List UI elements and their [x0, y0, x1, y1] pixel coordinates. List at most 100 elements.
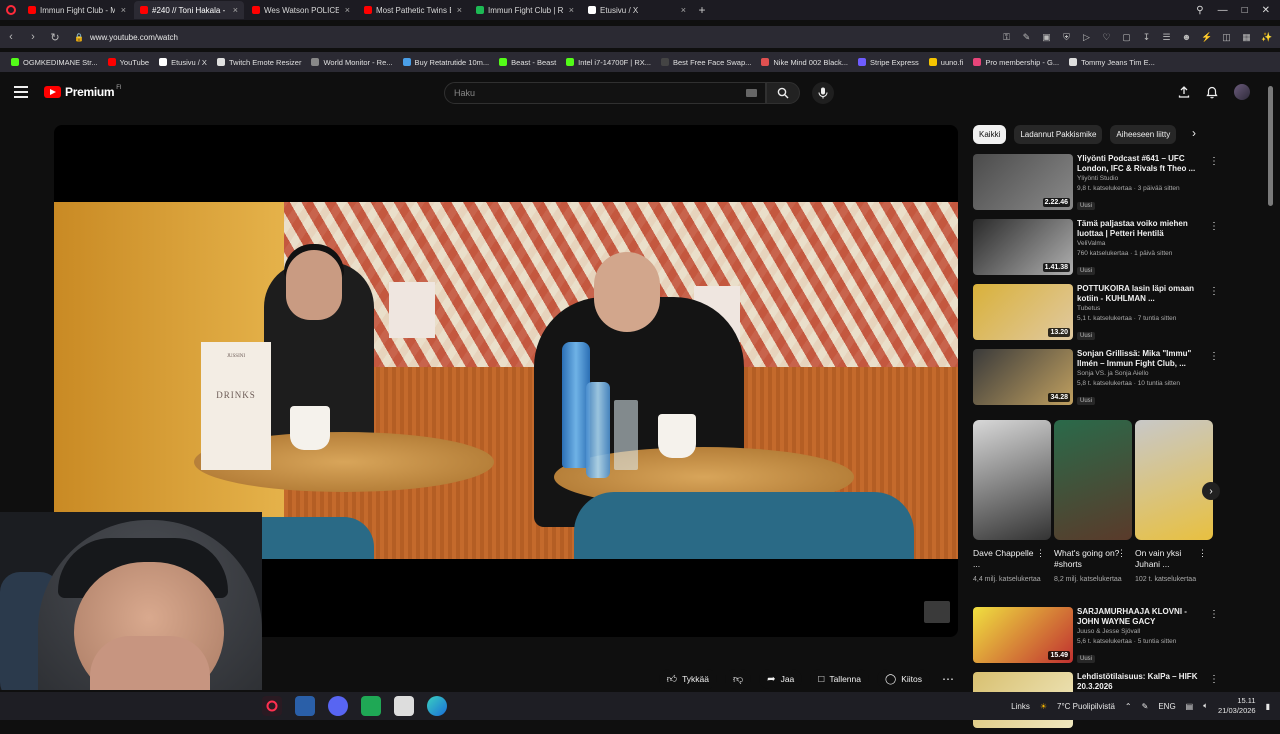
new-tab-button[interactable]: + — [692, 3, 712, 17]
like-button[interactable]: 👍︎ Tykkää — [658, 669, 718, 689]
language-label[interactable]: ENG — [1158, 702, 1175, 711]
youtube-premium-logo[interactable]: Premium FI — [44, 85, 122, 99]
green-app-icon[interactable] — [361, 696, 381, 716]
clock[interactable]: 15.11 21/03/2026 — [1218, 696, 1256, 716]
back-icon[interactable]: ‹ — [0, 31, 22, 43]
short-title[interactable]: On vain yksi Juhani ... — [1135, 548, 1201, 570]
close-window-icon[interactable]: ✕ — [1262, 5, 1270, 16]
tab-close-icon[interactable]: × — [457, 5, 462, 15]
filter-chip[interactable]: Aiheeseen liitty — [1110, 124, 1177, 144]
video-title[interactable]: Tämä paljastaa voiko miehen luottaa | Pe… — [1077, 219, 1205, 239]
bookmark-item[interactable]: OGMKEDIMANE Str... — [6, 58, 103, 67]
browser-tab[interactable]: #240 // Toni Hakala - × — [134, 1, 244, 19]
channel-name[interactable]: Juuso & Jesse Sjövall — [1077, 627, 1205, 637]
browser-tab[interactable]: Immun Fight Club | Ruutu × — [470, 1, 580, 19]
video-title[interactable]: Yliyönti Podcast #641 – UFC London, IFC … — [1077, 154, 1205, 174]
kebab-menu-icon[interactable]: ⋮ — [1209, 351, 1219, 362]
bookmark-item[interactable]: World Monitor - Re... — [306, 58, 397, 67]
discord-icon[interactable] — [328, 696, 348, 716]
page-scrollbar[interactable] — [1268, 82, 1274, 690]
notifications-icon[interactable]: ▮ — [1266, 702, 1270, 711]
channel-name[interactable]: VeliValma — [1077, 239, 1205, 249]
kebab-menu-icon[interactable]: ⋮ — [1198, 548, 1207, 559]
keyboard-icon[interactable] — [746, 89, 757, 97]
video-title[interactable]: POTTUKOIRA lasin läpi omaan kotiin - KUH… — [1077, 284, 1205, 304]
short-title[interactable]: What's going on? #shorts — [1054, 548, 1120, 570]
chevron-right-icon[interactable]: › — [1192, 126, 1196, 140]
short-thumbnail[interactable] — [1135, 420, 1213, 540]
kebab-menu-icon[interactable]: ⋮ — [1209, 674, 1219, 685]
recommended-video[interactable]: 34.28 Sonjan Grillissä: Mika "Immu" Ilmén… — [973, 349, 1219, 411]
video-thumbnail[interactable]: 15.49 — [973, 607, 1073, 663]
edit-icon[interactable]: ✎ — [1021, 32, 1032, 43]
recommended-video[interactable]: 2.22.46 Yliyönti Podcast #641 – UFC Londo… — [973, 154, 1219, 216]
short-thumbnail[interactable] — [973, 420, 1051, 540]
white-app-icon[interactable] — [394, 696, 414, 716]
forward-icon[interactable]: › — [22, 31, 44, 43]
video-thumbnail[interactable]: 1.41.38 — [973, 219, 1073, 275]
maximize-icon[interactable]: □ — [1242, 5, 1248, 16]
thanks-button[interactable]: ◯ Kiitos — [877, 669, 930, 689]
tab-close-icon[interactable]: × — [569, 5, 574, 15]
upload-icon[interactable] — [1178, 86, 1190, 98]
search-button[interactable] — [766, 82, 800, 104]
bookmark-item[interactable]: Pro membership - G... — [968, 58, 1064, 67]
heart-icon[interactable]: ♡ — [1101, 32, 1112, 43]
search-tabs-icon[interactable]: ⚲ — [1196, 5, 1203, 16]
voice-search-button[interactable] — [812, 82, 834, 104]
kebab-menu-icon[interactable]: ⋮ — [1036, 548, 1045, 559]
edge-icon[interactable] — [427, 696, 447, 716]
bookmark-item[interactable]: Tommy Jeans Tim E... — [1064, 58, 1160, 67]
video-title[interactable]: Sonjan Grillissä: Mika "Immu" Ilmén – Im… — [1077, 349, 1205, 369]
weather-text[interactable]: 7°C Puolipilvistä — [1057, 702, 1115, 711]
channel-watermark[interactable] — [924, 601, 950, 623]
browser-tab[interactable]: Most Pathetic Twins Ever × — [358, 1, 468, 19]
bookmark-item[interactable]: Stripe Express — [853, 58, 924, 67]
more-actions-icon[interactable]: ⋯ — [938, 669, 958, 689]
account-avatar[interactable] — [1234, 84, 1250, 100]
notifications-bell-icon[interactable] — [1206, 86, 1218, 99]
browser-logo-icon[interactable] — [0, 0, 22, 20]
recommended-video[interactable]: 1.41.38 Tämä paljastaa voiko miehen luott… — [973, 219, 1219, 281]
channel-name[interactable]: Tubetus — [1077, 304, 1205, 314]
hamburger-menu-icon[interactable] — [14, 86, 28, 98]
tab-close-icon[interactable]: × — [233, 5, 238, 15]
tab-close-icon[interactable]: × — [121, 5, 126, 15]
tab-close-icon[interactable]: × — [681, 5, 686, 15]
pen-icon[interactable]: ✎ — [1142, 702, 1149, 711]
kebab-menu-icon[interactable]: ⋮ — [1209, 156, 1219, 167]
video-title[interactable]: Lehdistötilaisuus: KalPa – HIFK 20.3.202… — [1077, 672, 1205, 692]
short-item[interactable]: Dave Chappelle ... 4,4 milj. katselukerta… — [973, 420, 1051, 585]
channel-name[interactable]: Yliyönti Studio — [1077, 174, 1205, 184]
bookmark-item[interactable]: Intel i7-14700F | RX... — [561, 58, 656, 67]
bookmark-item[interactable]: uuno.fi — [924, 58, 969, 67]
browser-tab[interactable]: Immun Fight Club - Mag × — [22, 1, 132, 19]
menu-icon[interactable]: ☰ — [1161, 32, 1172, 43]
kebab-menu-icon[interactable]: ⋮ — [1209, 609, 1219, 620]
filter-chip[interactable]: Ladannut Pakkismike — [1014, 124, 1103, 144]
sidebar-panel-icon[interactable]: ▦ — [1241, 32, 1252, 43]
short-item[interactable]: On vain yksi Juhani ... 102 t. katseluker… — [1135, 420, 1213, 585]
paint-icon[interactable] — [295, 696, 315, 716]
browser-tab[interactable]: Wes Watson POLICE REPO × — [246, 1, 356, 19]
kebab-menu-icon[interactable]: ⋮ — [1209, 286, 1219, 297]
bookmark-item[interactable]: Etusivu / X — [154, 58, 212, 67]
cube-icon[interactable]: ◫ — [1221, 32, 1232, 43]
dislike-button[interactable]: 👎︎ — [725, 669, 752, 689]
video-title[interactable]: SARJAMURHAAJA KLOVNI - JOHN WAYNE GACY — [1077, 607, 1205, 627]
shield-icon[interactable]: ⛨ — [1061, 32, 1072, 43]
key-icon[interactable]: ⚿ — [1001, 32, 1012, 43]
kebab-menu-icon[interactable]: ⋮ — [1117, 548, 1126, 559]
short-thumbnail[interactable] — [1054, 420, 1132, 540]
bookmark-item[interactable]: YouTube — [103, 58, 154, 67]
opera-gx-icon[interactable] — [262, 696, 282, 716]
video-thumbnail[interactable]: 2.22.46 — [973, 154, 1073, 210]
recommended-video[interactable]: 13.20 POTTUKOIRA lasin läpi omaan kotiin … — [973, 284, 1219, 346]
extension-z-icon[interactable]: ⚡ — [1201, 32, 1212, 43]
ai-icon[interactable]: ✨ — [1261, 32, 1272, 43]
bookmark-item[interactable]: Beast - Beast — [494, 58, 561, 67]
short-item[interactable]: What's going on? #shorts 8,2 milj. katsel… — [1054, 420, 1132, 585]
browser-tab[interactable]: Etusivu / X × — [582, 1, 692, 19]
minimize-icon[interactable]: — — [1218, 5, 1228, 16]
bookmark-item[interactable]: Buy Retatrutide 10m... — [398, 58, 495, 67]
